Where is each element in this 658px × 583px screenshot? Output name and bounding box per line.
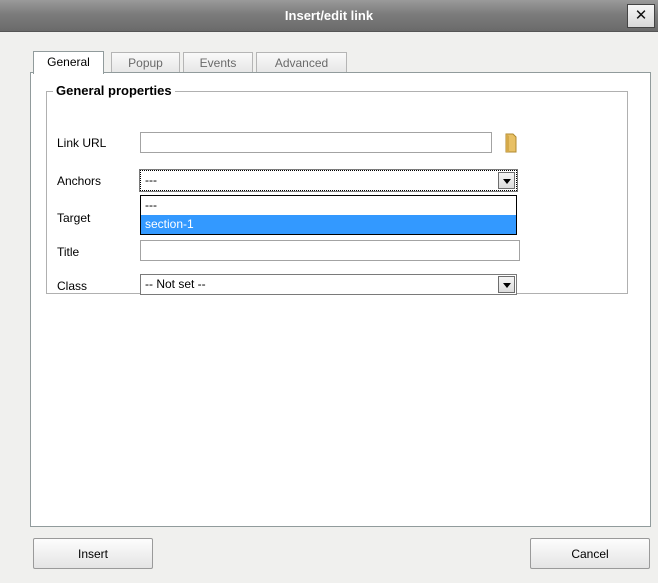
general-properties-fieldset: General properties Link URL Anchors --- …	[46, 83, 628, 295]
general-panel: General properties Link URL Anchors --- …	[30, 72, 651, 527]
anchors-option-highlighted[interactable]: section-1	[141, 215, 516, 234]
class-selected-value: -- Not set --	[145, 277, 206, 291]
folder-icon[interactable]	[504, 133, 518, 153]
anchors-select[interactable]: ---	[139, 169, 518, 192]
insert-button[interactable]: Insert	[33, 538, 153, 569]
link-url-input[interactable]	[140, 132, 492, 153]
anchors-label: Anchors	[57, 174, 102, 188]
target-label: Target	[57, 211, 91, 225]
close-button[interactable]: ✕	[627, 4, 655, 28]
chevron-down-icon[interactable]	[498, 172, 515, 189]
chevron-down-icon[interactable]	[498, 276, 515, 293]
anchors-dropdown-list: --- section-1	[140, 195, 517, 235]
insert-edit-link-dialog: Insert/edit link ✕ General Popup Events …	[0, 0, 658, 583]
tab-events[interactable]: Events	[183, 52, 253, 73]
fieldset-legend: General properties	[53, 83, 175, 98]
title-bar[interactable]: Insert/edit link ✕	[0, 0, 658, 32]
class-label: Class	[57, 279, 88, 293]
link-url-label: Link URL	[57, 136, 107, 150]
close-icon: ✕	[634, 7, 648, 24]
anchors-selected-value: ---	[145, 173, 157, 187]
title-input[interactable]	[140, 240, 520, 261]
anchors-option[interactable]: ---	[141, 196, 516, 215]
class-select[interactable]: -- Not set --	[140, 274, 517, 295]
tab-popup[interactable]: Popup	[111, 52, 180, 73]
cancel-button[interactable]: Cancel	[530, 538, 650, 569]
title-label: Title	[57, 245, 80, 259]
tab-advanced[interactable]: Advanced	[256, 52, 347, 73]
dialog-title: Insert/edit link	[284, 8, 374, 23]
tab-general[interactable]: General	[33, 51, 104, 74]
